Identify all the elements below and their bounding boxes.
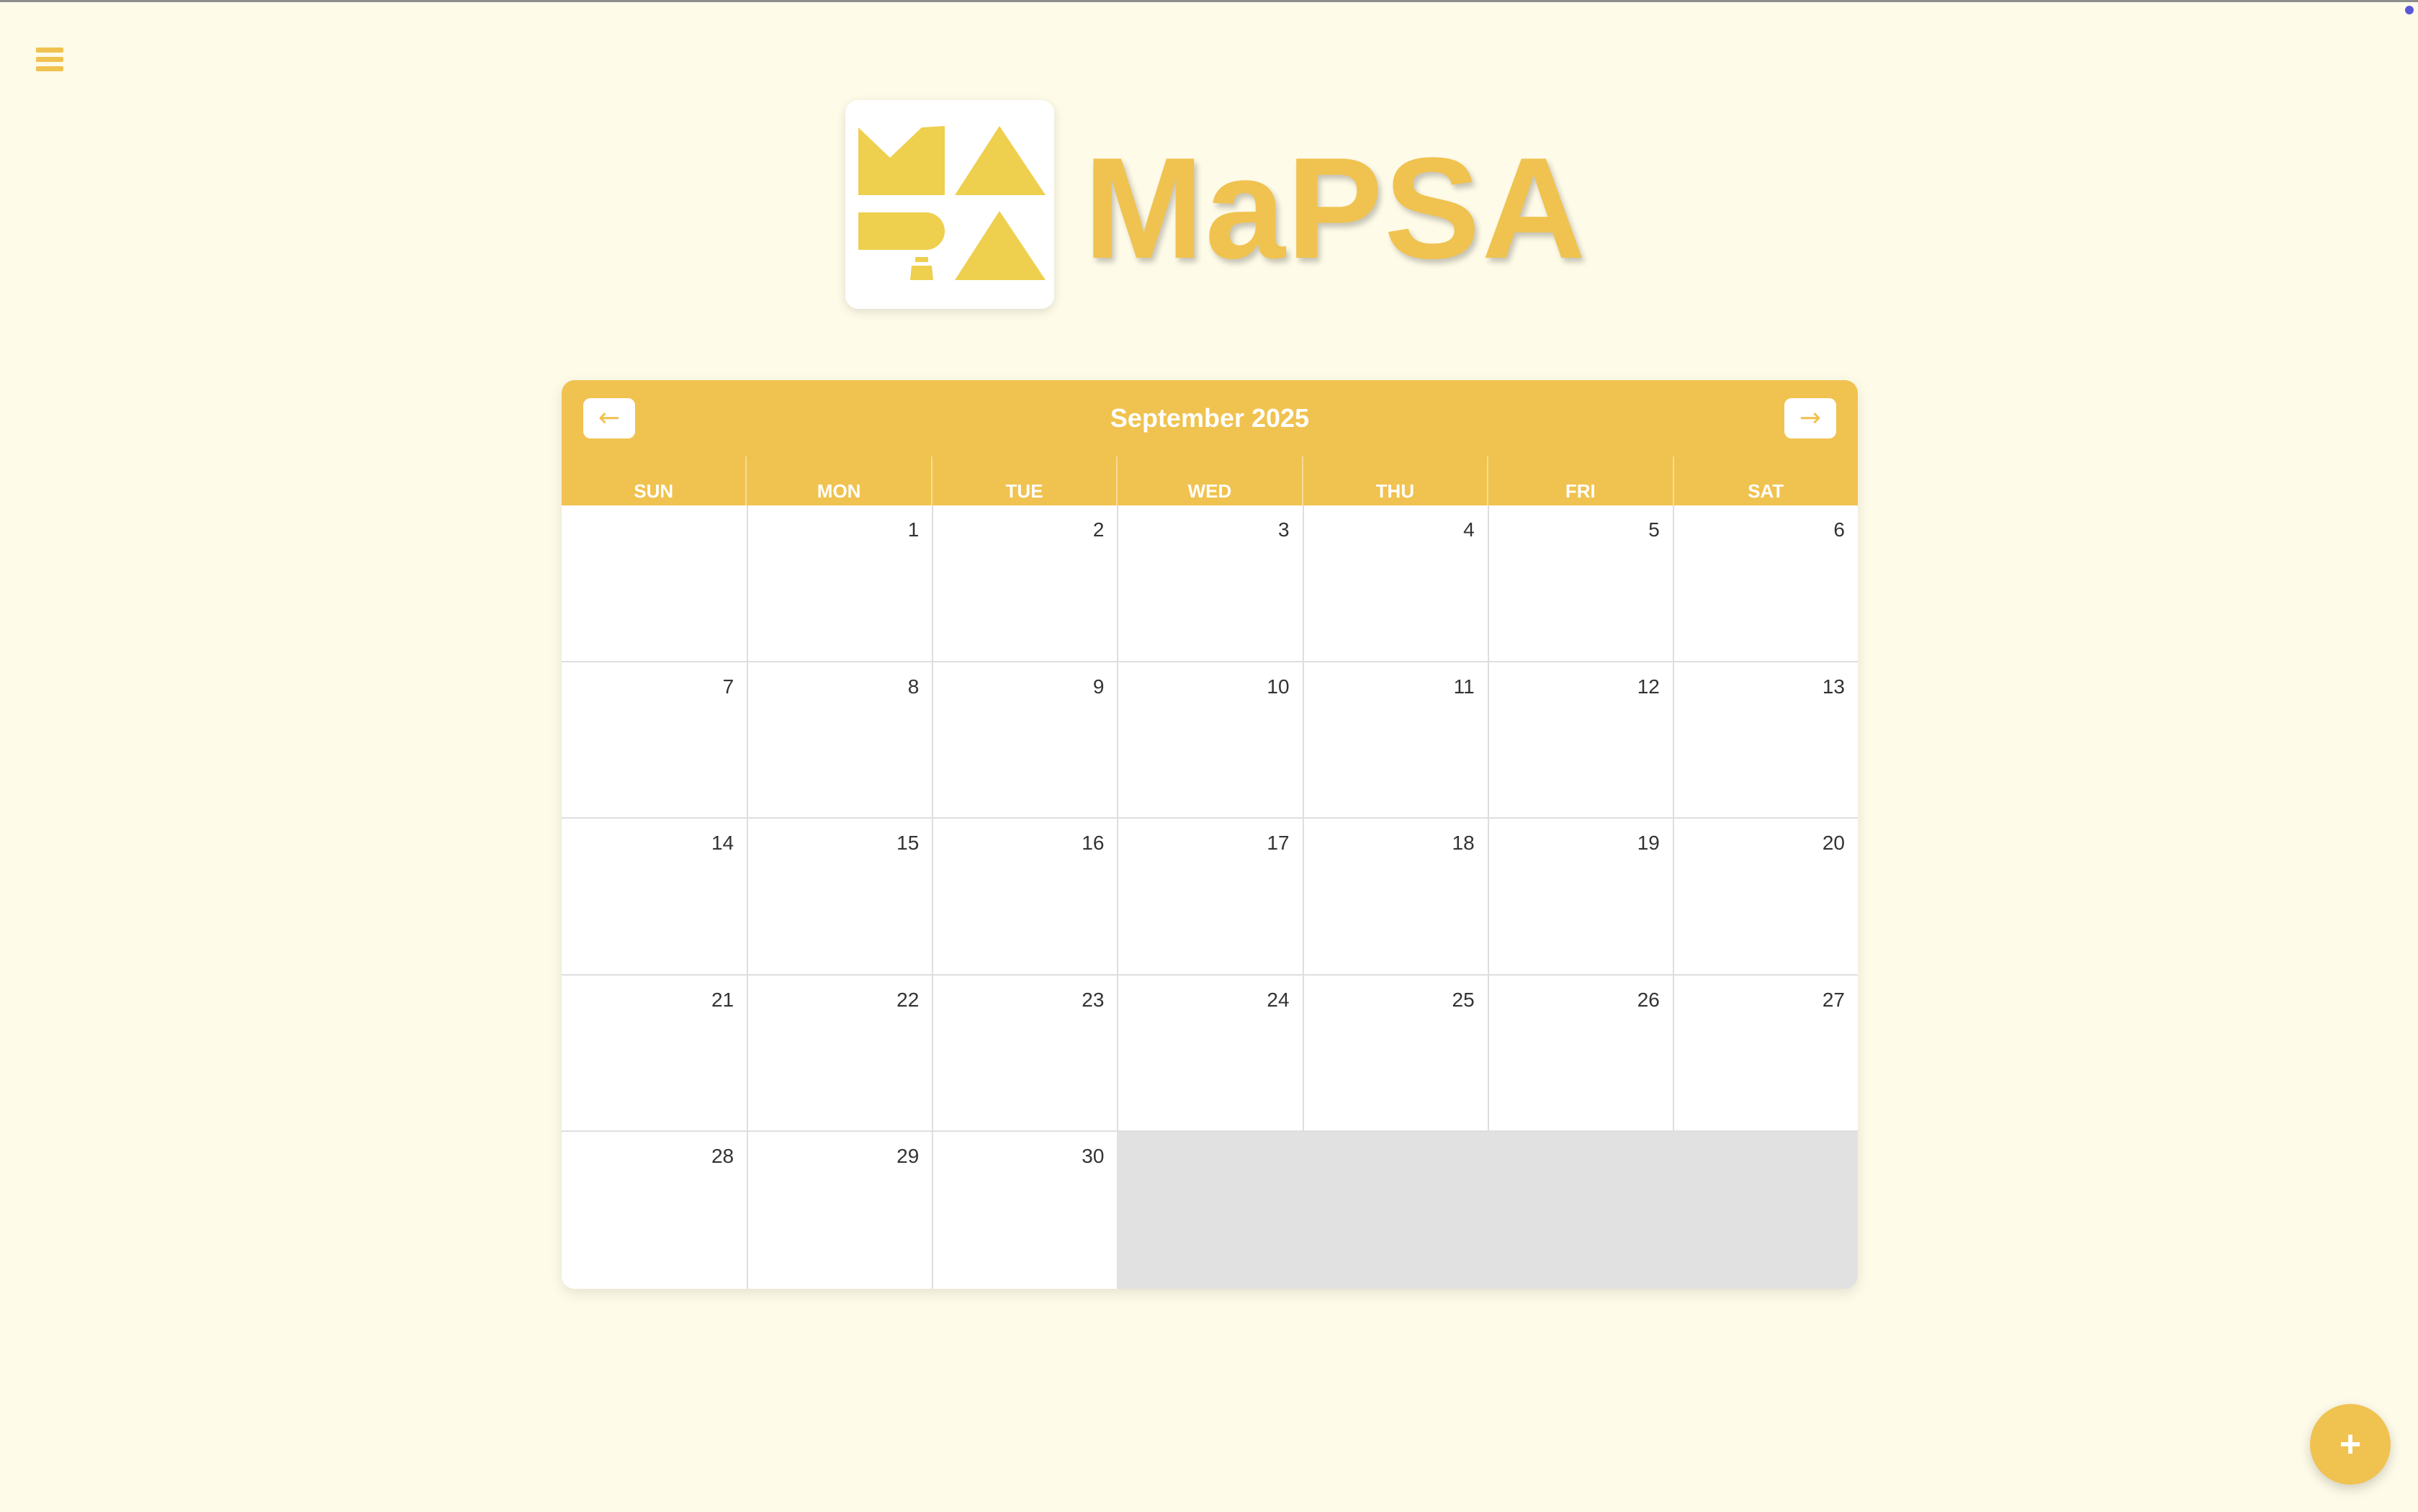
top-border bbox=[0, 0, 2418, 2]
day-number: 20 bbox=[1822, 832, 1845, 855]
day-number: 28 bbox=[711, 1145, 734, 1168]
day-cell[interactable]: 6 bbox=[1672, 505, 1858, 662]
menu-bar bbox=[36, 66, 63, 71]
day-cell[interactable]: 7 bbox=[562, 662, 747, 819]
day-number: 14 bbox=[711, 832, 734, 855]
status-dot bbox=[2405, 6, 2414, 14]
day-number: 13 bbox=[1822, 675, 1845, 698]
month-title: September 2025 bbox=[1110, 403, 1310, 433]
day-cell[interactable]: 30 bbox=[932, 1132, 1118, 1289]
day-cell[interactable]: 17 bbox=[1117, 819, 1303, 976]
day-cell[interactable]: 8 bbox=[747, 662, 932, 819]
day-number: 15 bbox=[896, 832, 920, 855]
day-number: 29 bbox=[896, 1145, 920, 1168]
day-number: 1 bbox=[907, 518, 920, 541]
day-number: 16 bbox=[1082, 832, 1105, 855]
menu-bar bbox=[36, 57, 63, 62]
day-number: 11 bbox=[1453, 675, 1475, 698]
calendar: ← September 2025 → SUN MON TUE WED THU F… bbox=[562, 380, 1858, 1289]
day-cell[interactable]: 27 bbox=[1672, 975, 1858, 1133]
day-cell[interactable]: 14 bbox=[562, 819, 747, 976]
day-number: 23 bbox=[1082, 988, 1105, 1011]
day-cell[interactable]: 16 bbox=[932, 819, 1118, 976]
day-number: 12 bbox=[1637, 675, 1660, 698]
day-number: 7 bbox=[722, 675, 734, 698]
day-cell[interactable]: 18 bbox=[1302, 819, 1488, 976]
day-cell[interactable]: 2 bbox=[932, 505, 1118, 662]
day-number: 21 bbox=[711, 988, 734, 1011]
day-cell[interactable]: 28 bbox=[562, 1132, 747, 1289]
day-number: 6 bbox=[1833, 518, 1845, 541]
day-number: 25 bbox=[1452, 988, 1475, 1011]
day-cell[interactable]: 3 bbox=[1117, 505, 1303, 662]
menu-bar bbox=[36, 48, 63, 53]
day-cell[interactable]: 1 bbox=[747, 505, 932, 662]
day-number: 26 bbox=[1637, 988, 1660, 1011]
next-month-button[interactable]: → bbox=[1784, 398, 1836, 438]
day-number: 10 bbox=[1267, 675, 1290, 698]
day-cell[interactable]: 24 bbox=[1117, 975, 1303, 1133]
day-cell[interactable]: 9 bbox=[932, 662, 1118, 819]
add-event-button[interactable]: + bbox=[2310, 1404, 2391, 1485]
day-number: 2 bbox=[1092, 518, 1105, 541]
day-cell[interactable]: 13 bbox=[1672, 662, 1858, 819]
day-cell[interactable]: 15 bbox=[747, 819, 932, 976]
day-number: 5 bbox=[1648, 518, 1660, 541]
day-cell[interactable]: 4 bbox=[1302, 505, 1488, 662]
day-number: 17 bbox=[1267, 832, 1290, 855]
day-number: 27 bbox=[1822, 988, 1845, 1011]
day-cell[interactable]: 5 bbox=[1487, 505, 1673, 662]
day-cell[interactable]: 26 bbox=[1487, 975, 1673, 1133]
calendar-grid: 1 2 3 4 5 6 7 8 9 10 11 12 13 14 15 16 1… bbox=[562, 505, 1858, 1289]
hamburger-menu-icon[interactable] bbox=[36, 48, 65, 73]
day-number: 4 bbox=[1463, 518, 1475, 541]
calendar-header: ← September 2025 → bbox=[562, 380, 1858, 456]
day-number: 8 bbox=[907, 675, 920, 698]
app-title: MaPSA bbox=[1084, 128, 1588, 289]
day-cell[interactable]: 23 bbox=[932, 975, 1118, 1133]
day-number: 22 bbox=[896, 988, 920, 1011]
day-number: 24 bbox=[1267, 988, 1290, 1011]
day-cell-empty bbox=[562, 505, 747, 662]
day-cell[interactable]: 25 bbox=[1302, 975, 1488, 1133]
day-number: 18 bbox=[1452, 832, 1475, 855]
day-cell[interactable]: 22 bbox=[747, 975, 932, 1133]
day-number: 9 bbox=[1092, 675, 1105, 698]
day-number: 30 bbox=[1082, 1145, 1105, 1168]
day-cell[interactable]: 19 bbox=[1487, 819, 1673, 976]
day-cell[interactable]: 12 bbox=[1487, 662, 1673, 819]
day-cell[interactable]: 29 bbox=[747, 1132, 932, 1289]
day-number: 3 bbox=[1277, 518, 1290, 541]
app-logo bbox=[845, 100, 1054, 309]
day-number: 19 bbox=[1637, 832, 1660, 855]
day-cell[interactable]: 10 bbox=[1117, 662, 1303, 819]
day-cell[interactable]: 21 bbox=[562, 975, 747, 1133]
logo-icon bbox=[858, 126, 1046, 280]
day-cell[interactable]: 20 bbox=[1672, 819, 1858, 976]
out-of-month-filler bbox=[1117, 1132, 1858, 1289]
day-cell[interactable]: 11 bbox=[1302, 662, 1488, 819]
